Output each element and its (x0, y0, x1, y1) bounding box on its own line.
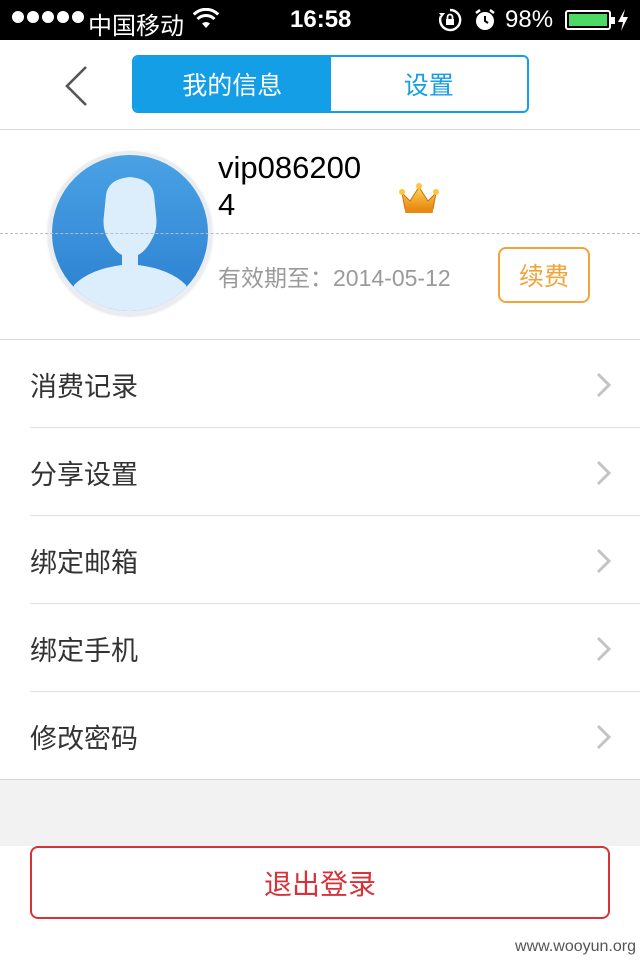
chevron-right-icon (596, 548, 612, 574)
status-time: 16:58 (290, 6, 352, 33)
signal-strength-icon (12, 11, 84, 23)
segmented-control: 我的信息 设置 (132, 55, 529, 113)
chevron-right-icon (596, 372, 612, 398)
menu-item-bind-email[interactable]: 绑定邮箱 (0, 516, 640, 604)
menu-item-label: 修改密码 (30, 723, 138, 755)
tab-my-info[interactable]: 我的信息 (134, 57, 331, 111)
menu-item-label: 分享设置 (30, 459, 138, 491)
wifi-icon (193, 8, 219, 28)
tab-label: 设置 (403, 71, 454, 100)
menu-item-purchase-history[interactable]: 消费记录 (0, 340, 640, 428)
renew-button[interactable]: 续费 (498, 247, 590, 303)
menu-item-change-password[interactable]: 修改密码 (0, 692, 640, 780)
crown-icon (399, 183, 439, 213)
watermark: www.wooyun.org (515, 938, 636, 955)
charging-icon (618, 9, 628, 31)
menu-item-bind-phone[interactable]: 绑定手机 (0, 604, 640, 692)
battery-icon (565, 10, 615, 30)
profile-section: vip0862004 有效期至：2014-05-12 续费 (0, 131, 640, 339)
chevron-right-icon (596, 724, 612, 750)
tab-settings[interactable]: 设置 (330, 57, 527, 111)
nav-header: 我的信息 设置 (0, 40, 640, 130)
status-bar: 中国移动 16:58 98% (0, 0, 640, 40)
menu-item-label: 绑定邮箱 (30, 547, 138, 579)
menu-item-label: 消费记录 (30, 371, 138, 403)
back-button[interactable] (60, 64, 100, 108)
profile-divider (0, 233, 640, 234)
expiry-date: 有效期至：2014-05-12 (218, 265, 451, 291)
menu-item-share-settings[interactable]: 分享设置 (0, 428, 640, 516)
battery-percent: 98% (505, 6, 554, 33)
username: vip0862004 (218, 150, 362, 222)
chevron-right-icon (596, 460, 612, 486)
carrier-name: 中国移动 (88, 13, 184, 40)
menu-item-label: 绑定手机 (30, 635, 138, 667)
logout-button[interactable]: 退出登录 (30, 846, 610, 919)
spacer (0, 780, 640, 846)
settings-menu: 消费记录 分享设置 绑定邮箱 绑定手机 修改密码 (0, 339, 640, 780)
alarm-icon (475, 9, 495, 30)
tab-label: 我的信息 (182, 71, 283, 100)
back-arrow-icon (65, 66, 87, 106)
rotation-lock-icon (439, 8, 462, 32)
chevron-right-icon (596, 636, 612, 662)
